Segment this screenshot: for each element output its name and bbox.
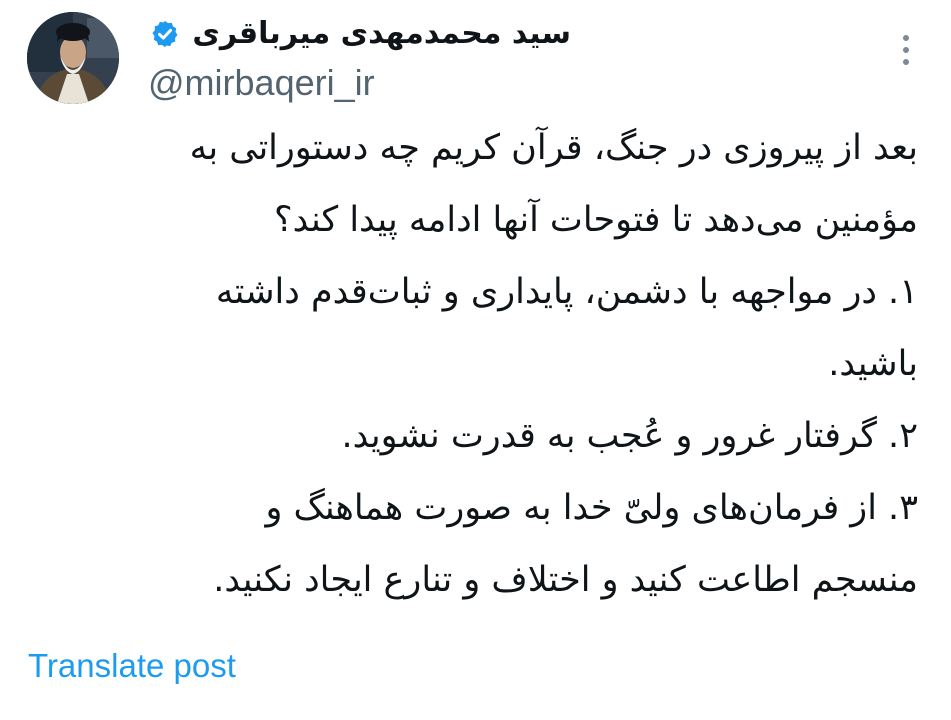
profile-photo <box>27 12 119 104</box>
tweet-text-line: باشید. <box>828 344 918 384</box>
tweet-text-line: ۲. گرفتار غرور و عُجب به قدرت نشوید. <box>341 416 918 456</box>
tweet-text-line: ۱. در مواجهه با دشمن، پایداری و ثبات‌قدم… <box>215 272 918 312</box>
tweet-text-line: منسجم اطاعت کنید و اختلاف و تنارع ایجاد … <box>213 560 918 600</box>
author-handle[interactable]: @mirbaqeri_ir <box>148 62 375 104</box>
translate-post-link[interactable]: Translate post <box>28 642 236 690</box>
tweet-text-line: بعد از پیروزی در جنگ، قرآن کریم چه دستور… <box>189 128 918 168</box>
more-vertical-icon <box>903 47 909 53</box>
tweet-card: سید محمدمهدی میرباقری @mirbaqeri_ir بعد … <box>0 0 951 720</box>
tweet-text-line: مؤمنین می‌دهد تا فتوحات آنها ادامه پیدا … <box>274 200 918 240</box>
tweet-text-line: ۳. از فرمان‌های ولیّ خدا به صورت هماهنگ … <box>265 488 918 528</box>
verified-badge-icon <box>152 20 178 48</box>
more-options-button[interactable] <box>892 28 920 72</box>
author-display-name[interactable]: سید محمدمهدی میرباقری <box>192 12 571 56</box>
more-vertical-icon <box>903 35 909 41</box>
tweet-text: بعد از پیروزی در جنگ، قرآن کریم چه دستور… <box>28 112 918 616</box>
more-vertical-icon <box>903 59 909 65</box>
author-avatar[interactable] <box>27 12 119 104</box>
